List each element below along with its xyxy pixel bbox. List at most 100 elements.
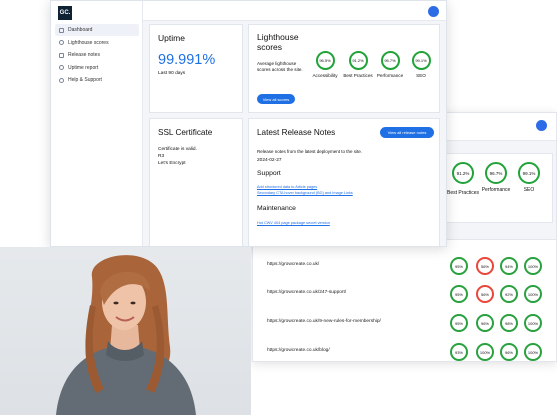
logo[interactable]: GC.: [58, 6, 72, 20]
score-best-practices: 91.2% Best Practices: [343, 51, 373, 79]
card-title: SSL Certificate: [158, 128, 213, 137]
score-label: Performance: [481, 187, 511, 193]
score-label: SEO: [416, 73, 426, 78]
score-value: 92%: [504, 291, 513, 297]
release-intro: Release notes from the latest deployment…: [257, 149, 363, 154]
score-ring: 96.7%: [485, 162, 507, 184]
score-value: 100%: [527, 349, 539, 355]
table-row[interactable]: https://growcreate.co.uk/247-support/ 95…: [253, 282, 556, 310]
score-ring: 92%: [500, 285, 518, 303]
dashboard-window: GC. Dashboard Lighthouse scores Release …: [50, 0, 447, 247]
sidebar-item-uptime[interactable]: Uptime report: [55, 62, 139, 74]
maintenance-link[interactable]: Hot CWV 404 page package secret version: [257, 221, 330, 225]
lighthouse-icon: [59, 40, 64, 45]
score-ring: 99.1%: [518, 162, 540, 184]
table-row[interactable]: https://growcreate.co.uk/9-new-rules-for…: [253, 311, 556, 339]
row-url[interactable]: https://growcreate.co.uk/blog/: [267, 348, 330, 353]
score-ring: 93%: [450, 343, 468, 361]
sidebar-item-lighthouse[interactable]: Lighthouse scores: [55, 37, 139, 49]
score-value: 95%: [454, 263, 463, 269]
document-icon: [59, 52, 64, 58]
score-ring: 100%: [524, 257, 542, 275]
sidebar-item-label: Dashboard: [68, 27, 93, 33]
sidebar-item-dashboard[interactable]: Dashboard: [55, 24, 139, 36]
score-value: 100%: [527, 291, 539, 297]
score-ring: 56%: [476, 285, 494, 303]
sidebar-item-label: Lighthouse scores: [68, 39, 109, 46]
score-value: 96%: [480, 320, 489, 326]
ssl-issuer: Let's Encrypt: [158, 161, 186, 166]
card-title: Lighthouse scores: [257, 32, 299, 52]
logo-text: GC.: [59, 10, 71, 16]
sidebar: GC. Dashboard Lighthouse scores Release …: [51, 1, 143, 246]
score-ring: 100%: [524, 314, 542, 332]
score-label: Performance: [376, 73, 404, 78]
cloud-icon: [59, 65, 64, 70]
score-ring: 100%: [524, 285, 542, 303]
score-ring: 95.7%: [380, 51, 400, 70]
ssl-card: SSL Certificate Certificate is valid. R3…: [149, 118, 243, 246]
row-url[interactable]: https://growcreate.co.uk/9-new-rules-for…: [267, 319, 381, 324]
grid-icon: [59, 27, 64, 33]
score-value: 91.2%: [352, 58, 364, 63]
score-ring: 96%: [500, 343, 518, 361]
release-date: 2024-02-27: [257, 158, 282, 163]
table-row[interactable]: https://growcreate.co.uk/ 95% 56% 94% 10…: [253, 254, 556, 282]
avatar[interactable]: [536, 120, 547, 131]
sidebar-item-help[interactable]: Help & Support: [55, 74, 139, 86]
avatar[interactable]: [428, 6, 439, 17]
sidebar-item-release-notes[interactable]: Release notes: [55, 49, 139, 61]
support-link[interactable]: Add structured data to Article pages: [257, 185, 317, 189]
lighthouse-description: Average lighthouse scores across the sit…: [257, 61, 303, 72]
score-value: 91.2%: [456, 170, 470, 176]
score-value: 100%: [479, 349, 491, 355]
score-value: 95%: [454, 320, 463, 326]
view-all-scores-button[interactable]: View all scores: [257, 94, 295, 104]
button-label: View all release notes: [387, 130, 427, 135]
score-ring: 91.2%: [452, 162, 474, 184]
score-value: 95%: [454, 291, 463, 297]
score-ring: 94%: [500, 257, 518, 275]
score-ring: 100%: [476, 343, 494, 361]
ssl-status: Certificate is valid.: [158, 147, 197, 152]
url-table: https://growcreate.co.uk/ 95% 56% 94% 10…: [253, 239, 556, 361]
score-label: Best Practices: [447, 190, 479, 196]
back-score-0: 91.2%: [452, 162, 474, 184]
uptime-value: 99.991%: [158, 52, 216, 68]
row-url[interactable]: https://growcreate.co.uk/247-support/: [267, 290, 346, 295]
table-row[interactable]: https://growcreate.co.uk/blog/ 93% 100% …: [253, 340, 556, 361]
score-ring: 99.1%: [411, 51, 431, 70]
score-value: 93%: [454, 349, 463, 355]
score-ring: 96.5%: [315, 51, 335, 70]
score-ring: 95%: [450, 257, 468, 275]
score-performance: 95.7% Performance: [375, 51, 405, 79]
score-value: 100%: [527, 263, 539, 269]
score-value: 96.5%: [319, 58, 331, 63]
score-value: 99.1%: [415, 58, 427, 63]
button-label: View all scores: [262, 96, 290, 102]
score-value: 95.7%: [384, 58, 396, 63]
score-label: SEO: [523, 187, 535, 193]
person-illustration: [56, 255, 196, 415]
score-value: 99.1%: [522, 170, 536, 176]
back-score-best: Best Practices: [447, 187, 479, 196]
person-photo: [0, 247, 251, 415]
score-label: Best Practices: [343, 73, 373, 78]
uptime-card: Uptime 99.991% Last 90 days: [149, 24, 243, 113]
row-url[interactable]: https://growcreate.co.uk/: [267, 262, 319, 267]
score-ring: 96%: [476, 314, 494, 332]
score-value: 96%: [504, 349, 513, 355]
view-release-notes-button[interactable]: View all release notes: [380, 127, 434, 138]
score-value: 98%: [504, 320, 513, 326]
card-title: Latest Release Notes: [257, 128, 336, 137]
support-link[interactable]: Secondary CTA hover background (BG) and …: [257, 191, 353, 195]
score-accessibility: 96.5% Accessibility: [310, 51, 340, 79]
sidebar-item-label: Release notes: [68, 52, 100, 58]
score-value: 56%: [480, 291, 489, 297]
score-ring: 56%: [476, 257, 494, 275]
lighthouse-card: Lighthouse scores Average lighthouse sco…: [248, 24, 440, 113]
score-value: 96.7%: [489, 170, 503, 176]
release-notes-card: Latest Release Notes View all release no…: [248, 118, 440, 246]
uptime-period: Last 90 days: [158, 71, 186, 76]
back-score-3: 99.1% SEO: [517, 162, 541, 193]
